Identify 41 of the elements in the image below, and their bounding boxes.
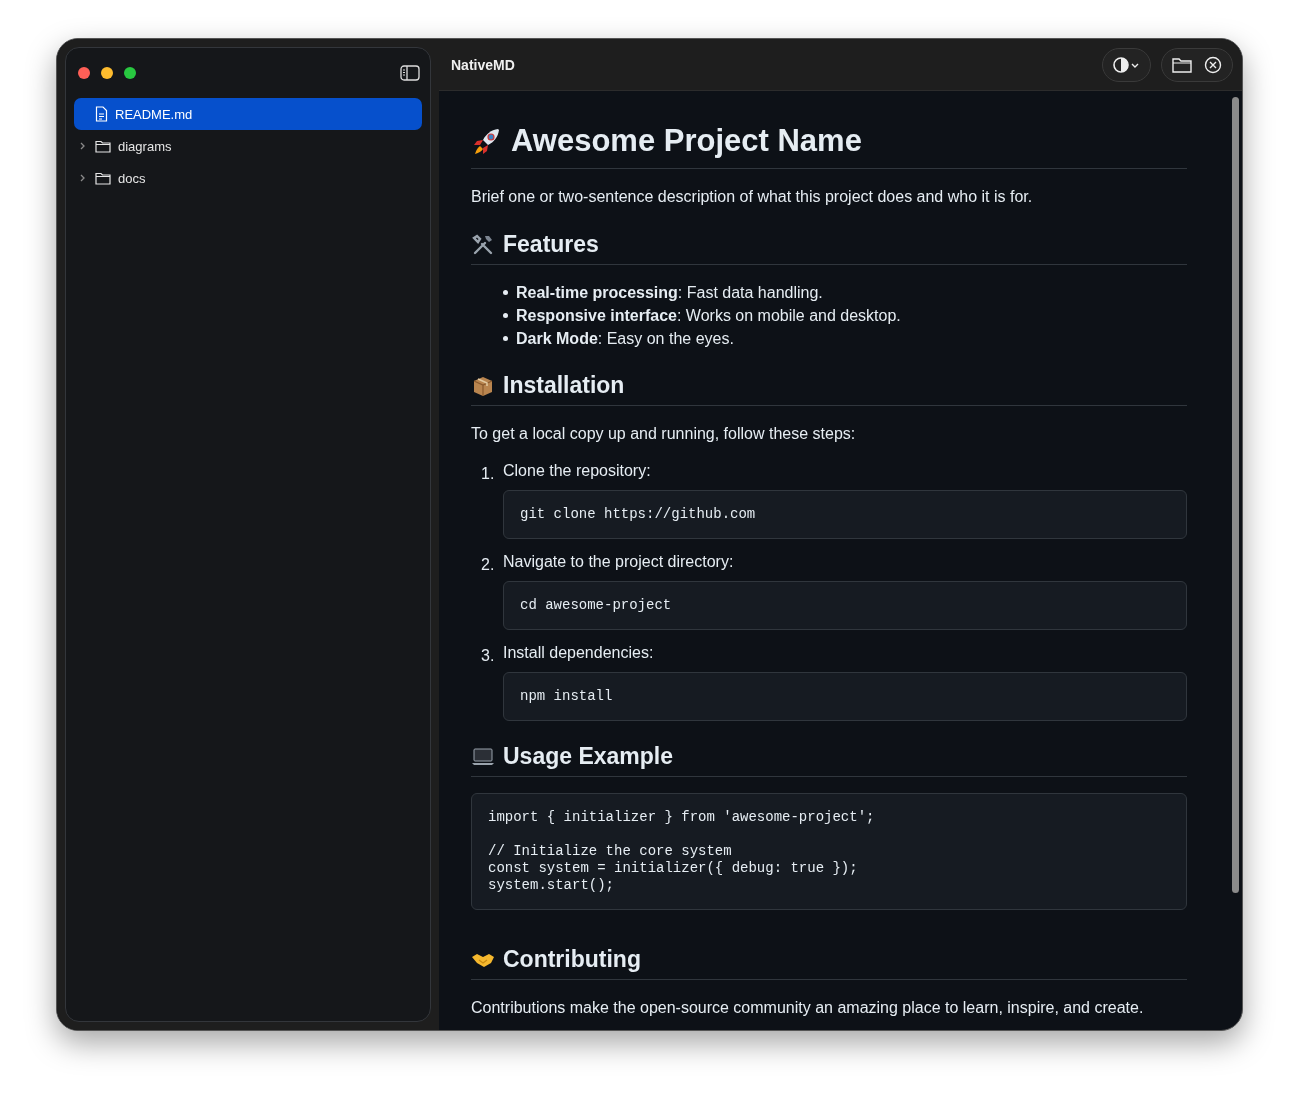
document-title: Awesome Project Name xyxy=(471,113,1187,169)
sidebar-item[interactable]: diagrams xyxy=(74,130,422,162)
sidebar-item[interactable]: README.md xyxy=(74,98,422,130)
tools-icon xyxy=(471,232,495,257)
section-heading: Features xyxy=(471,231,1187,265)
list-number: 2. xyxy=(481,555,496,575)
paragraph: Brief one or two-sentence description of what this project does and who it is for. xyxy=(471,187,1034,207)
list-item: Responsive interface: Works on mobile and desktop. xyxy=(516,306,901,325)
section-heading: Installation xyxy=(471,372,1187,406)
code-block: import { initializer } from 'awesome-project'; // Initialize the core system const system = initializer({ debug: true }); system.start(); xyxy=(471,793,1187,910)
section-heading: Contributing xyxy=(471,946,1187,980)
list-item: Dark Mode: Easy on the eyes. xyxy=(516,329,734,348)
scrollbar-thumb[interactable] xyxy=(1231,97,1239,893)
folder-icon xyxy=(95,139,111,153)
close-window-button[interactable] xyxy=(78,67,90,79)
sidebar-toggle-icon[interactable] xyxy=(400,65,420,81)
list-number: 3. xyxy=(481,646,496,666)
code-block: git clone https://github.com xyxy=(503,490,1187,539)
folder-icon xyxy=(95,171,111,185)
close-icon[interactable] xyxy=(1204,55,1222,74)
contrast-icon xyxy=(1113,55,1140,74)
section-heading: Usage Example xyxy=(471,743,1187,777)
list-item: Clone the repository: xyxy=(503,462,652,480)
sidebar-item[interactable]: docs xyxy=(74,162,422,194)
list-item: Install dependencies: xyxy=(503,644,655,662)
paragraph: To get a local copy up and running, follow these steps: xyxy=(471,424,857,444)
document-icon xyxy=(95,106,108,122)
bullet-icon xyxy=(503,290,508,295)
code-block: npm install xyxy=(503,672,1187,721)
list-number: 1. xyxy=(481,464,496,484)
zoom-window-button[interactable] xyxy=(124,67,136,79)
code-block: cd awesome-project xyxy=(503,581,1187,630)
minimize-window-button[interactable] xyxy=(101,67,113,79)
bullet-icon xyxy=(503,336,508,341)
theme-button[interactable] xyxy=(1102,47,1151,82)
paragraph: Contributions make the open-source community an amazing place to learn, inspire, and create. xyxy=(471,998,1145,1018)
window-title: NativeMD xyxy=(451,56,515,73)
bullet-icon xyxy=(503,313,508,318)
list-item: Navigate to the project directory: xyxy=(503,553,735,571)
folder-icon[interactable] xyxy=(1172,56,1192,73)
list-item: Real-time processing: Fast data handling. xyxy=(516,283,823,302)
